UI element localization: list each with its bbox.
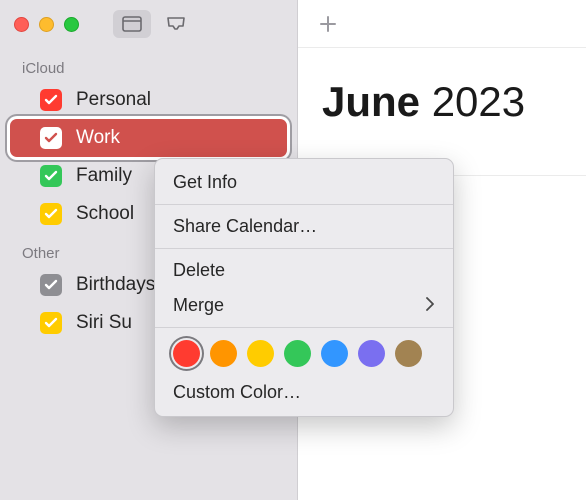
color-swatch-orange[interactable] xyxy=(210,340,237,367)
checkbox-icon[interactable] xyxy=(40,274,62,296)
fullscreen-icon[interactable] xyxy=(64,17,79,32)
sidebar-item-personal[interactable]: Personal xyxy=(0,81,297,119)
sidebar-item-label: Personal xyxy=(76,89,151,111)
page-title: June 2023 xyxy=(298,48,586,126)
sidebar-item-label: Work xyxy=(76,127,120,149)
checkbox-icon[interactable] xyxy=(40,89,62,111)
calendars-toggle-icon[interactable] xyxy=(113,10,151,38)
checkbox-icon[interactable] xyxy=(40,203,62,225)
month-name: June xyxy=(322,78,420,125)
sidebar-item-label: Siri Su xyxy=(76,312,132,334)
color-swatch-purple[interactable] xyxy=(358,340,385,367)
checkbox-icon[interactable] xyxy=(40,165,62,187)
inbox-icon[interactable] xyxy=(157,10,195,38)
divider xyxy=(155,248,453,249)
window-controls xyxy=(14,17,79,32)
menu-item-custom-color[interactable]: Custom Color… xyxy=(155,375,453,410)
sidebar-item-work[interactable]: Work xyxy=(10,119,287,157)
titlebar xyxy=(0,0,297,48)
menu-item-delete[interactable]: Delete xyxy=(155,253,453,288)
minimize-icon[interactable] xyxy=(39,17,54,32)
color-swatch-brown[interactable] xyxy=(395,340,422,367)
close-icon[interactable] xyxy=(14,17,29,32)
menu-item-share[interactable]: Share Calendar… xyxy=(155,209,453,244)
divider xyxy=(155,327,453,328)
divider xyxy=(155,204,453,205)
color-swatch-green[interactable] xyxy=(284,340,311,367)
color-swatch-blue[interactable] xyxy=(321,340,348,367)
color-swatch-red[interactable] xyxy=(173,340,200,367)
section-header-icloud: iCloud xyxy=(0,48,297,81)
color-swatch-yellow[interactable] xyxy=(247,340,274,367)
context-menu: Get Info Share Calendar… Delete Merge Cu… xyxy=(154,158,454,417)
chevron-right-icon xyxy=(425,295,435,316)
add-event-button[interactable] xyxy=(314,10,342,38)
checkbox-icon[interactable] xyxy=(40,127,62,149)
sidebar-item-label: Family xyxy=(76,165,132,187)
year: 2023 xyxy=(432,78,525,125)
sidebar-item-label: Birthdays xyxy=(76,274,155,296)
color-swatches xyxy=(155,332,453,375)
menu-item-get-info[interactable]: Get Info xyxy=(155,165,453,200)
sidebar-item-label: School xyxy=(76,203,134,225)
menu-item-merge[interactable]: Merge xyxy=(155,288,453,323)
checkbox-icon[interactable] xyxy=(40,312,62,334)
